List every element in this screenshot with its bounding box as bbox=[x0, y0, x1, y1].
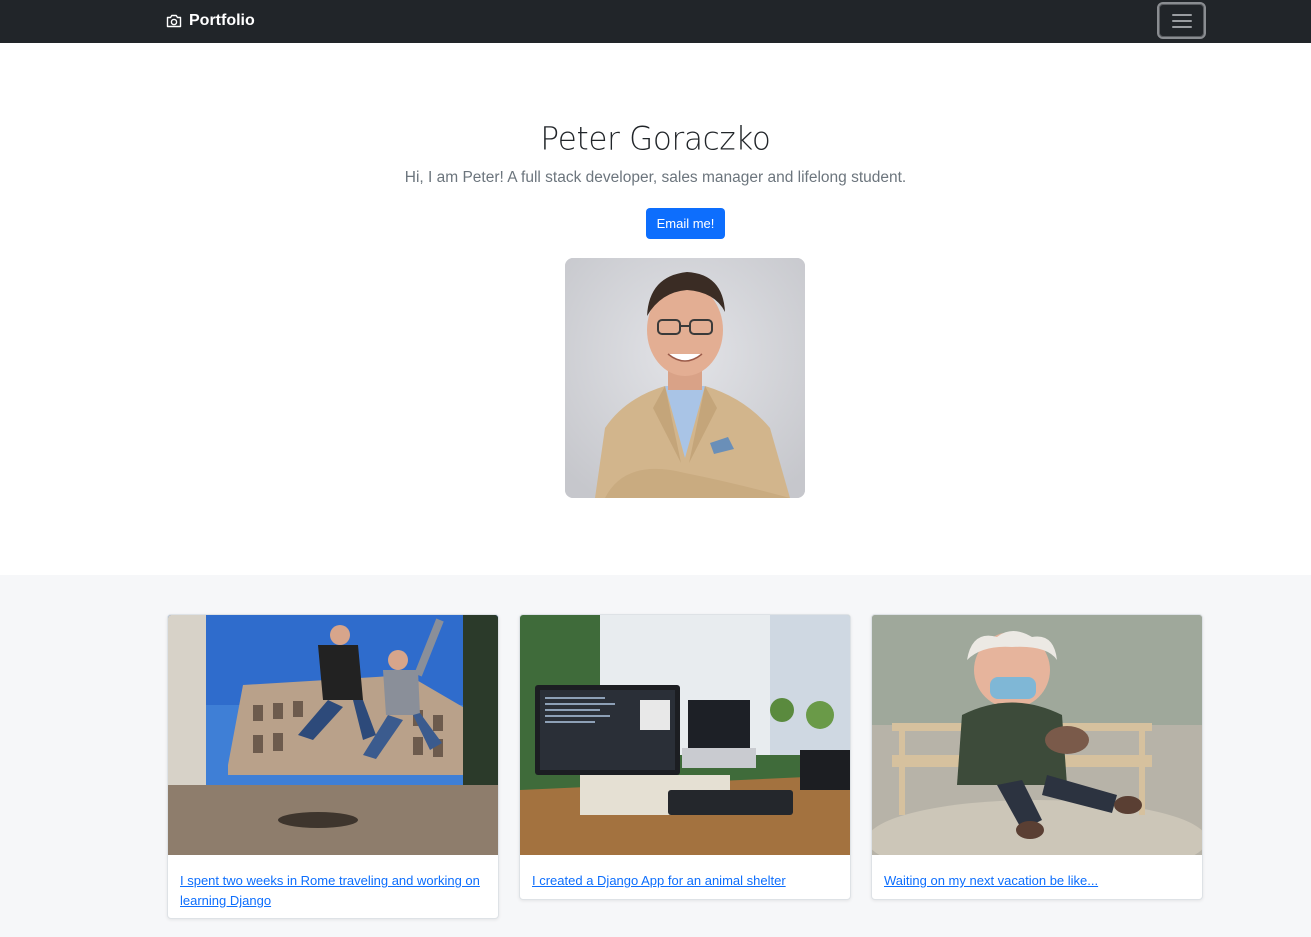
brand-link[interactable]: Portfolio bbox=[166, 11, 255, 31]
card-link-django[interactable]: I created a Django App for an animal she… bbox=[532, 873, 786, 888]
camera-icon bbox=[166, 14, 182, 28]
top-navbar: Portfolio bbox=[0, 0, 1311, 43]
card-image-desk bbox=[520, 615, 850, 855]
page-title: Peter Goraczko bbox=[540, 120, 771, 158]
navbar-toggler-button[interactable] bbox=[1157, 2, 1206, 39]
card-vacation: Waiting on my next vacation be like... bbox=[871, 614, 1203, 900]
hamburger-icon bbox=[1172, 26, 1192, 28]
hamburger-icon bbox=[1172, 14, 1192, 16]
card-image-rome bbox=[168, 615, 498, 855]
card-link-rome[interactable]: I spent two weeks in Rome traveling and … bbox=[180, 873, 480, 908]
card-link-vacation[interactable]: Waiting on my next vacation be like... bbox=[884, 873, 1098, 888]
email-button[interactable]: Email me! bbox=[646, 208, 725, 239]
hero-section: Peter Goraczko Hi, I am Peter! A full st… bbox=[0, 43, 1311, 575]
hero-lead: Hi, I am Peter! A full stack developer, … bbox=[404, 169, 907, 186]
card-django-setup: I created a Django App for an animal she… bbox=[519, 614, 851, 900]
card-image-crochet-doll bbox=[872, 615, 1202, 855]
profile-photo bbox=[565, 258, 805, 498]
album-section: I spent two weeks in Rome traveling and … bbox=[0, 575, 1311, 937]
card-rome: I spent two weeks in Rome traveling and … bbox=[167, 614, 499, 919]
brand-label: Portfolio bbox=[189, 12, 255, 29]
hamburger-icon bbox=[1172, 20, 1192, 22]
